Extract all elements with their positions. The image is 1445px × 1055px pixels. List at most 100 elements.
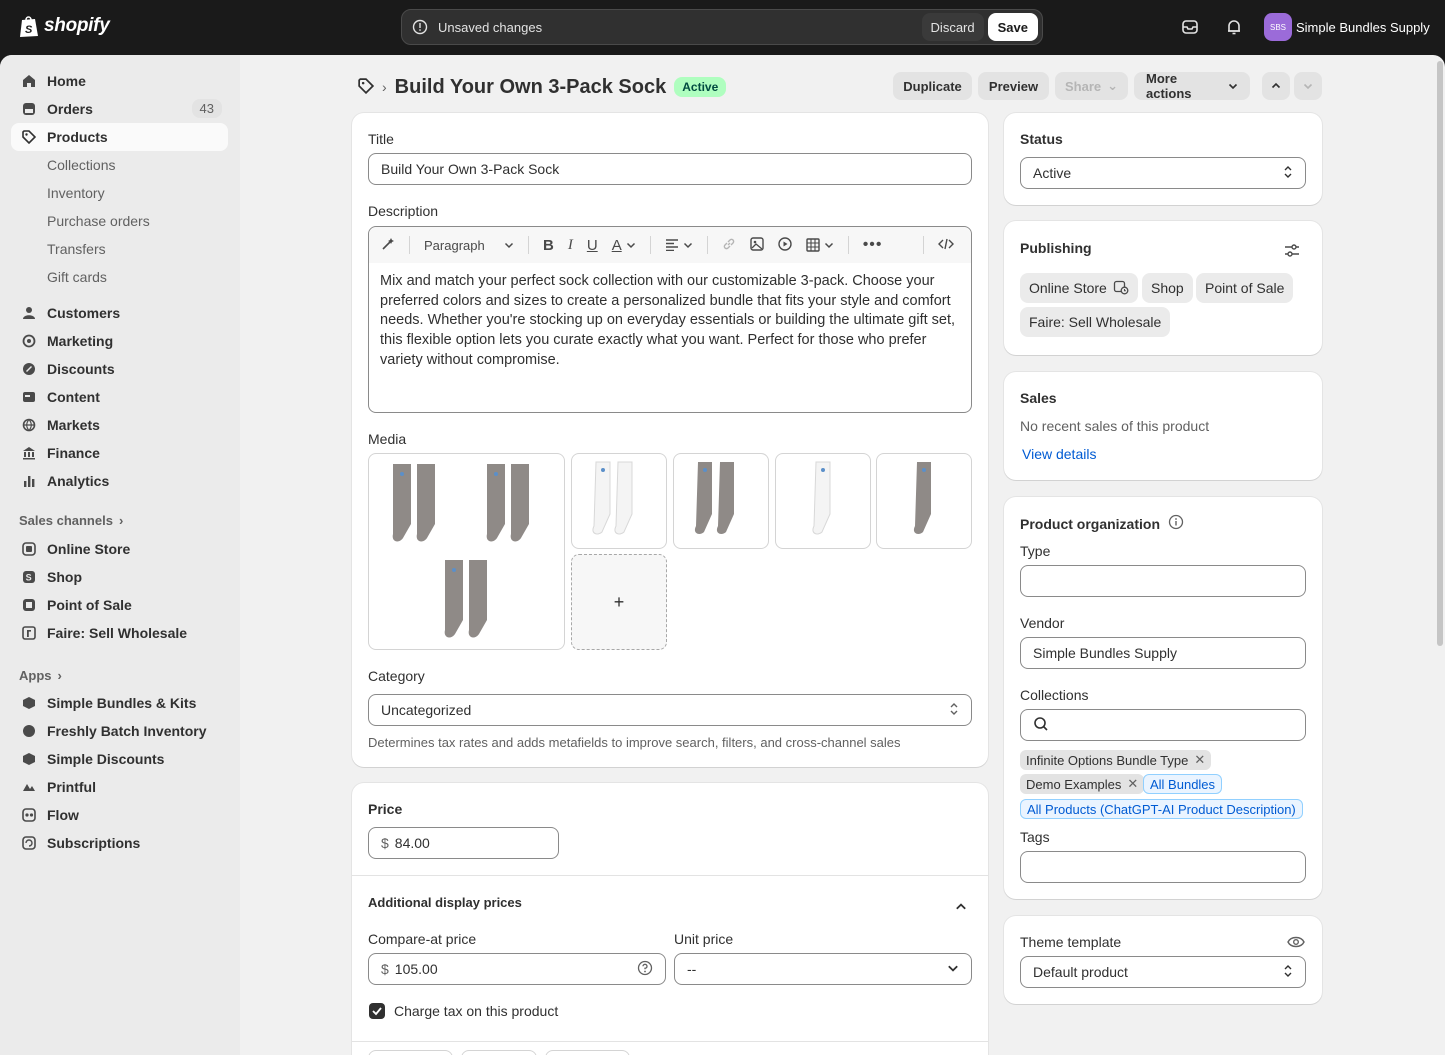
publishing-channel-shop[interactable]: Shop bbox=[1142, 273, 1193, 303]
publishing-label: Publishing bbox=[1020, 240, 1092, 256]
remove-icon[interactable]: ✕ bbox=[1194, 752, 1205, 768]
type-input[interactable] bbox=[1020, 565, 1306, 597]
info-icon[interactable] bbox=[1168, 514, 1184, 533]
sidebar-item-shop[interactable]: S Shop bbox=[11, 563, 228, 591]
media-item-white-socks[interactable] bbox=[571, 453, 667, 549]
video-icon[interactable] bbox=[778, 236, 792, 254]
sales-channels-heading[interactable]: Sales channels › bbox=[19, 513, 123, 528]
sidebar-item-simple-discounts[interactable]: Simple Discounts bbox=[11, 745, 228, 773]
italic-icon[interactable]: I bbox=[568, 237, 573, 254]
charge-tax-checkbox[interactable] bbox=[369, 1003, 385, 1019]
previous-product-button[interactable] bbox=[1262, 72, 1290, 100]
sidebar-item-orders[interactable]: Orders 43 bbox=[11, 95, 228, 123]
pricing-field[interactable] bbox=[368, 1050, 453, 1055]
sidebar-item-discounts[interactable]: Discounts bbox=[11, 355, 228, 383]
sidebar-item-home[interactable]: Home bbox=[11, 67, 228, 95]
sidebar-item-subscriptions[interactable]: Subscriptions bbox=[11, 829, 228, 857]
view-details-link[interactable]: View details bbox=[1022, 446, 1096, 462]
duplicate-button[interactable]: Duplicate bbox=[893, 72, 972, 100]
category-select[interactable]: Uncategorized bbox=[368, 694, 972, 726]
sidebar-item-point-of-sale[interactable]: Point of Sale bbox=[11, 591, 228, 619]
sidebar-item-transfers[interactable]: Transfers bbox=[11, 235, 228, 263]
chevron-up-icon[interactable] bbox=[955, 900, 967, 916]
tag-icon bbox=[21, 129, 37, 145]
more-actions-label: More actions bbox=[1146, 71, 1192, 101]
share-button[interactable]: Share ⌄ bbox=[1055, 72, 1128, 100]
unit-price-select[interactable]: -- bbox=[674, 953, 972, 985]
image-icon[interactable] bbox=[750, 236, 764, 254]
remove-icon[interactable]: ✕ bbox=[1127, 776, 1138, 792]
sidebar-item-analytics[interactable]: Analytics bbox=[11, 467, 228, 495]
publishing-channel-pos[interactable]: Point of Sale bbox=[1196, 273, 1294, 303]
text-color-icon[interactable]: A bbox=[612, 237, 636, 254]
sidebar-item-faire[interactable]: Faire: Sell Wholesale bbox=[11, 619, 228, 647]
status-select[interactable]: Active bbox=[1020, 157, 1306, 189]
publishing-channel-online-store[interactable]: Online Store bbox=[1020, 273, 1138, 303]
sidebar: Home Orders 43 Products Collections Inve… bbox=[0, 55, 240, 1055]
charge-tax-label[interactable]: Charge tax on this product bbox=[394, 1003, 558, 1019]
divider bbox=[352, 875, 988, 876]
next-product-button[interactable] bbox=[1294, 72, 1322, 100]
collection-link-tag[interactable]: All Bundles bbox=[1143, 774, 1223, 794]
home-icon bbox=[21, 73, 37, 89]
sidebar-item-collections[interactable]: Collections bbox=[11, 151, 228, 179]
sidebar-item-printful[interactable]: Printful bbox=[11, 773, 228, 801]
sidebar-item-content[interactable]: Content bbox=[11, 383, 228, 411]
save-button[interactable]: Save bbox=[987, 13, 1038, 41]
sidebar-item-gift-cards[interactable]: Gift cards bbox=[11, 263, 228, 291]
pricing-field[interactable] bbox=[461, 1050, 537, 1055]
discard-button[interactable]: Discard bbox=[921, 13, 984, 41]
paragraph-format-select[interactable]: Paragraph bbox=[424, 238, 514, 253]
code-icon[interactable] bbox=[937, 237, 954, 254]
tag-icon[interactable] bbox=[358, 77, 375, 97]
bell-icon[interactable] bbox=[1222, 15, 1246, 39]
align-icon[interactable] bbox=[665, 239, 693, 251]
orders-icon bbox=[21, 101, 37, 117]
inbox-icon[interactable] bbox=[1178, 15, 1202, 39]
sidebar-item-freshly-batch[interactable]: Freshly Batch Inventory bbox=[11, 717, 228, 745]
shopify-logo[interactable]: S shopify bbox=[18, 14, 110, 38]
collections-search-input[interactable] bbox=[1020, 709, 1306, 741]
media-item-grey-single[interactable] bbox=[876, 453, 972, 549]
sidebar-item-flow[interactable]: Flow bbox=[11, 801, 228, 829]
compare-at-input[interactable]: $ 105.00 bbox=[368, 953, 666, 985]
sidebar-item-marketing[interactable]: Marketing bbox=[11, 327, 228, 355]
help-icon[interactable] bbox=[637, 960, 653, 979]
page-scrollbar[interactable] bbox=[1437, 61, 1443, 646]
add-media-button[interactable]: + bbox=[571, 554, 667, 650]
more-icon[interactable]: ••• bbox=[863, 236, 883, 254]
more-actions-button[interactable]: More actions bbox=[1134, 71, 1250, 101]
sidebar-item-inventory[interactable]: Inventory bbox=[11, 179, 228, 207]
apps-heading[interactable]: Apps › bbox=[19, 668, 62, 683]
sidebar-item-customers[interactable]: Customers bbox=[11, 299, 228, 327]
bold-icon[interactable]: B bbox=[543, 237, 554, 254]
sidebar-item-products[interactable]: Products bbox=[11, 123, 228, 151]
media-item-main[interactable] bbox=[368, 453, 565, 650]
sidebar-item-online-store[interactable]: Online Store bbox=[11, 535, 228, 563]
sidebar-item-simple-bundles[interactable]: Simple Bundles & Kits bbox=[11, 689, 228, 717]
tags-input[interactable] bbox=[1020, 851, 1306, 883]
sliders-icon[interactable] bbox=[1284, 243, 1300, 262]
product-details-card bbox=[352, 113, 988, 767]
link-icon[interactable] bbox=[722, 237, 736, 254]
theme-template-select[interactable]: Default product bbox=[1020, 956, 1306, 988]
sidebar-item-markets[interactable]: Markets bbox=[11, 411, 228, 439]
magic-icon[interactable] bbox=[381, 237, 395, 254]
vendor-input[interactable]: Simple Bundles Supply bbox=[1020, 637, 1306, 669]
price-input[interactable]: $ 84.00 bbox=[368, 827, 559, 859]
pricing-field[interactable] bbox=[545, 1050, 630, 1055]
title-input[interactable]: Build Your Own 3-Pack Sock bbox=[368, 153, 972, 185]
sidebar-item-finance[interactable]: Finance bbox=[11, 439, 228, 467]
publishing-channel-faire[interactable]: Faire: Sell Wholesale bbox=[1020, 307, 1171, 337]
media-item-white-single[interactable] bbox=[775, 453, 871, 549]
eye-icon[interactable] bbox=[1287, 935, 1305, 952]
sidebar-item-purchase-orders[interactable]: Purchase orders bbox=[11, 207, 228, 235]
underline-icon[interactable]: U bbox=[587, 237, 598, 254]
account-menu[interactable]: SBS Simple Bundles Supply bbox=[1264, 13, 1430, 41]
white-sock-image bbox=[812, 461, 831, 535]
media-item-grey-pair[interactable] bbox=[673, 453, 769, 549]
table-icon[interactable] bbox=[806, 238, 834, 252]
additional-prices-label[interactable]: Additional display prices bbox=[368, 895, 522, 910]
preview-button[interactable]: Preview bbox=[978, 72, 1049, 100]
collection-link-tag[interactable]: All Products (ChatGPT-AI Product Descrip… bbox=[1020, 799, 1303, 819]
